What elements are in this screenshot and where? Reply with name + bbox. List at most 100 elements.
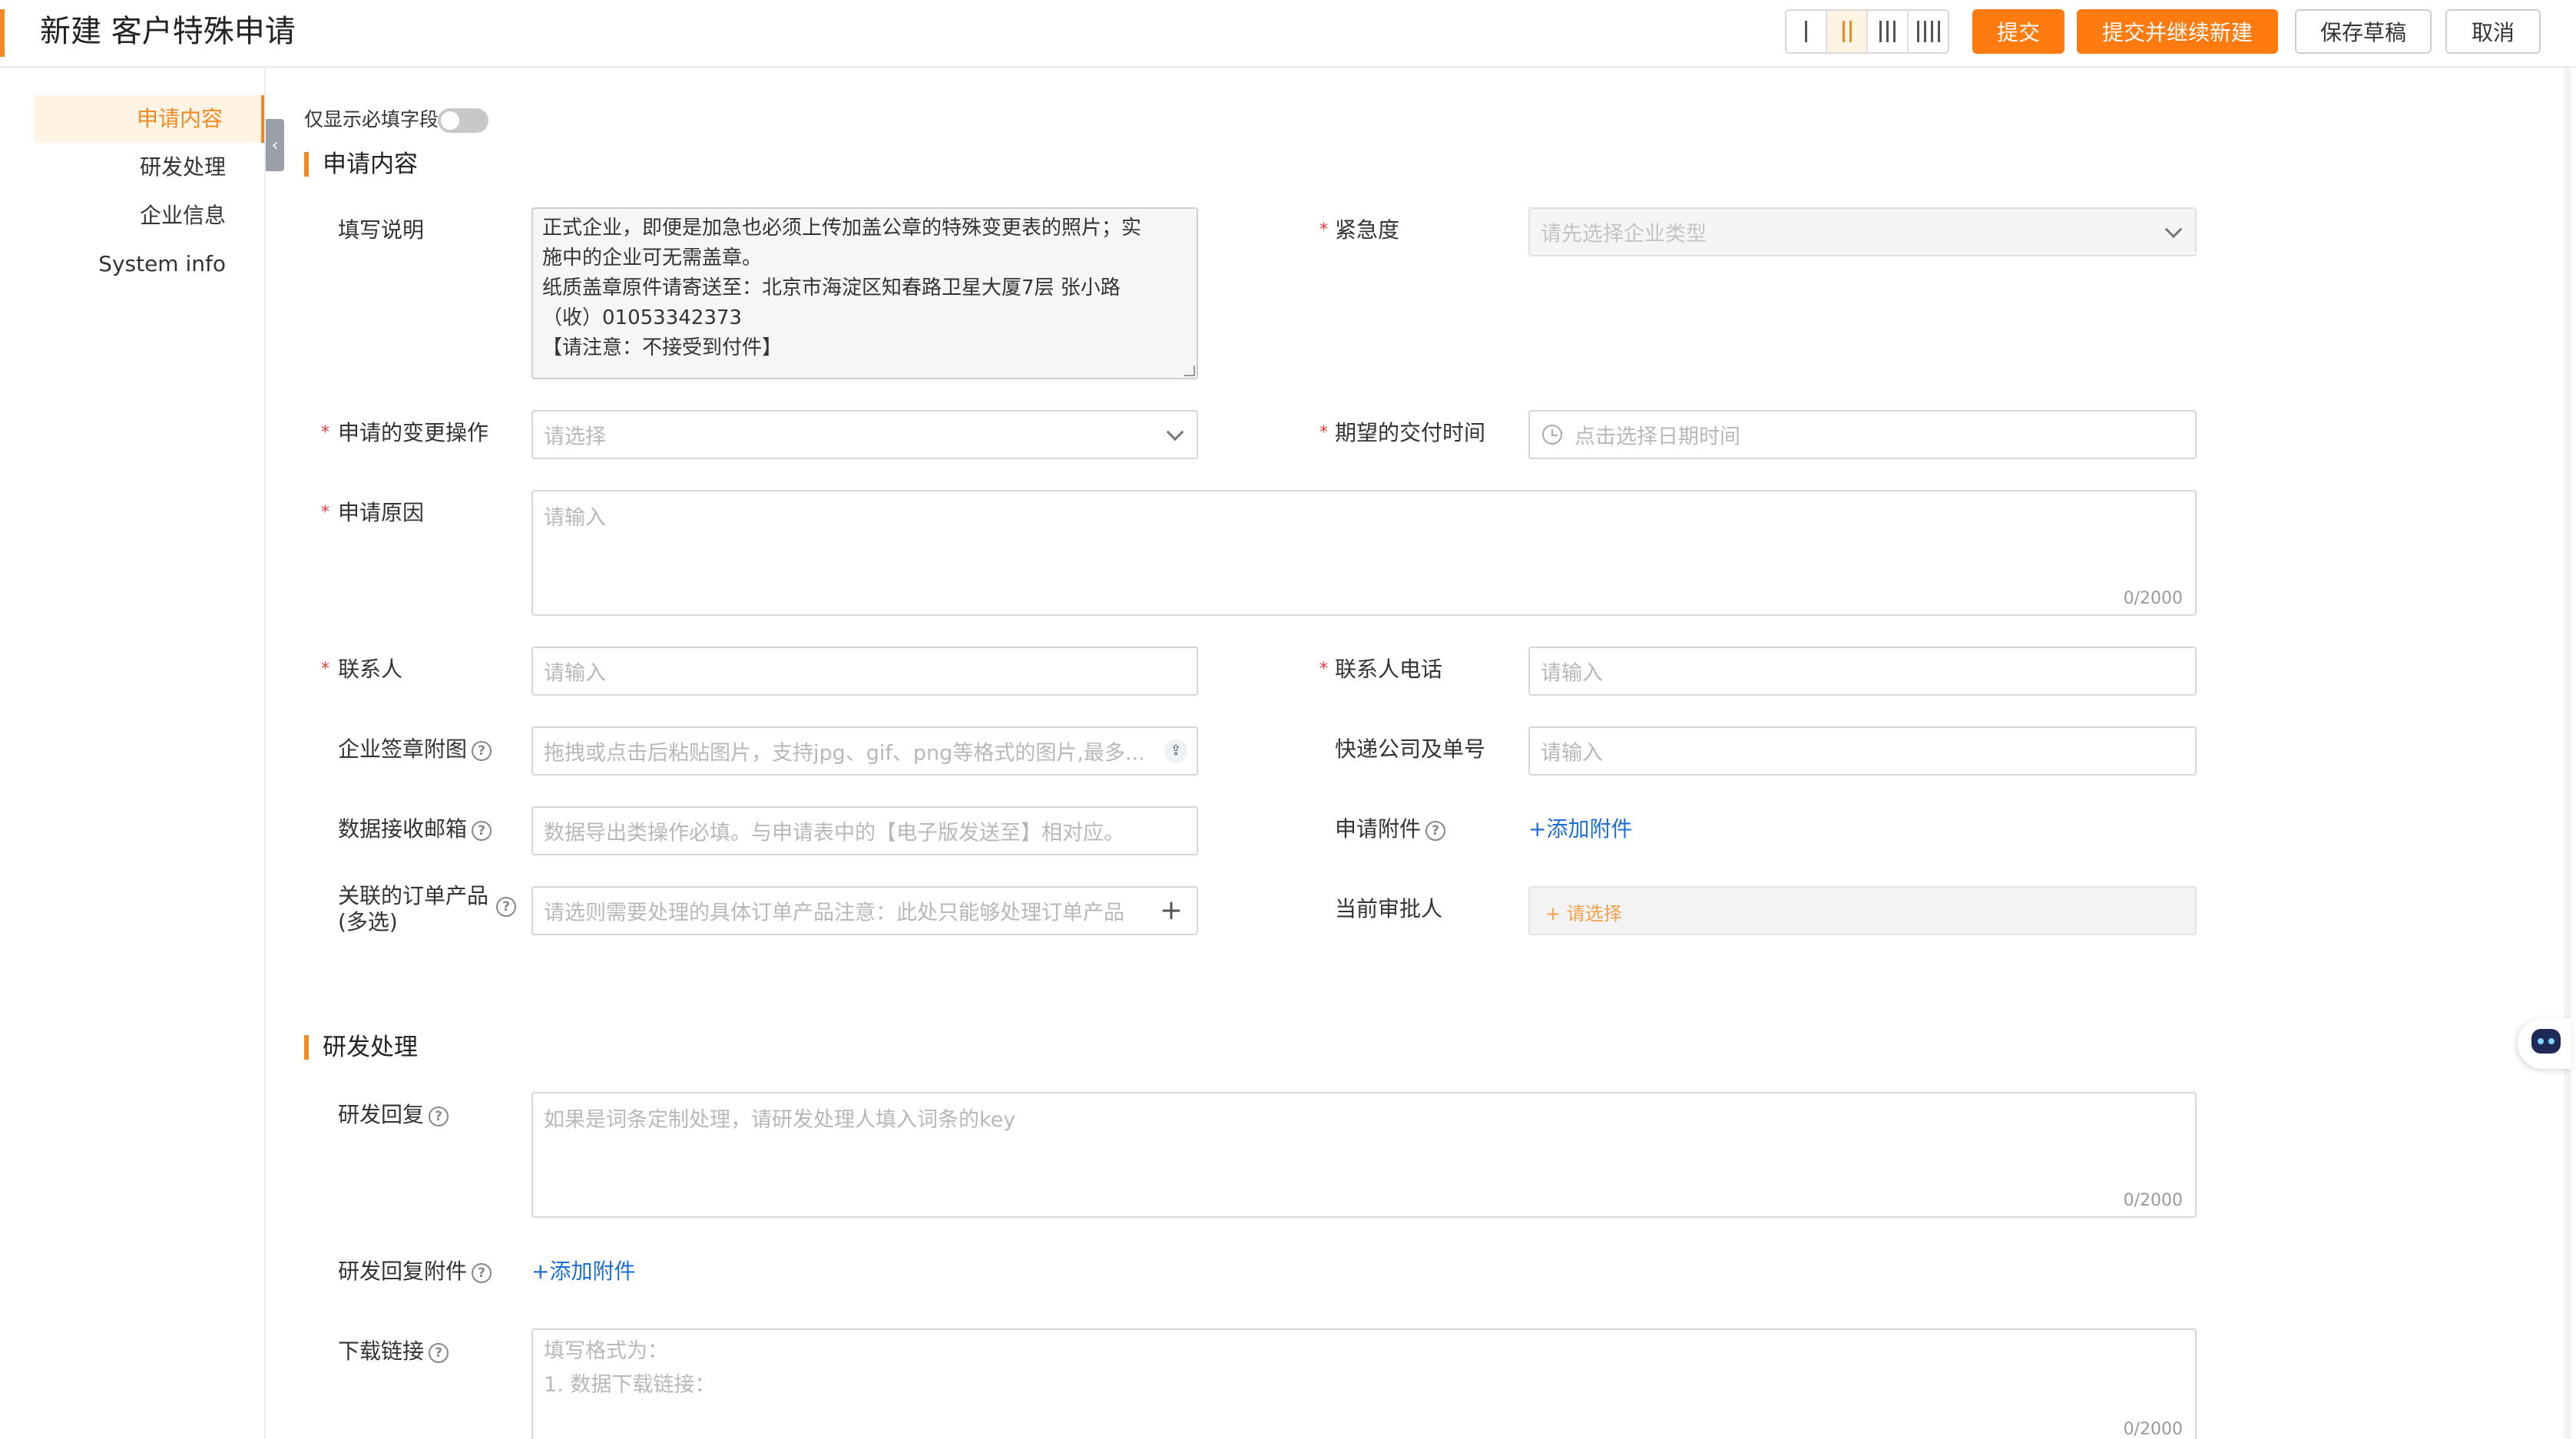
required-mark: *	[1319, 660, 1328, 679]
urgency-placeholder: 请先选择企业类型	[1541, 222, 1707, 246]
rd-reply-label-text: 研发回复	[338, 1102, 425, 1127]
help-icon[interactable]: ?	[1425, 821, 1446, 841]
plus-icon[interactable]: +	[1160, 897, 1183, 925]
reason-textarea[interactable]: 请输入 0/2000	[531, 490, 2197, 616]
layout-2-column-button[interactable]	[1827, 11, 1868, 52]
cancel-button[interactable]: 取消	[2445, 9, 2541, 54]
instructions-textarea[interactable]: 正式企业，即便是加急也必须上传加盖公章的特殊变更表的照片；实 施中的企业可无需盖…	[531, 207, 1198, 379]
help-icon[interactable]: ?	[472, 741, 492, 761]
approver-placeholder: + 请选择	[1545, 903, 1622, 925]
email-input[interactable]: 数据导出类操作必填。与申请表中的【电子版发送至】相对应。	[531, 806, 1198, 855]
attachment-label-text: 申请附件	[1335, 816, 1422, 842]
layout-4-column-button[interactable]	[1909, 11, 1948, 52]
approver-picker[interactable]: + 请选择	[1528, 886, 2197, 935]
nav-item-system-info[interactable]: System info	[34, 240, 264, 288]
email-label-text: 数据接收邮箱	[338, 816, 468, 842]
required-mark: *	[1319, 423, 1328, 442]
rd-reply-label: 研发回复?	[338, 1101, 449, 1129]
help-icon[interactable]: ?	[429, 1107, 449, 1126]
required-only-label: 仅显示必填字段	[304, 108, 439, 131]
clock-icon	[1542, 425, 1562, 445]
required-only-toggle[interactable]	[438, 108, 488, 133]
required-mark: *	[321, 660, 329, 679]
nav-item-rd-processing[interactable]: 研发处理	[34, 144, 264, 191]
resize-handle-icon[interactable]	[1184, 366, 1195, 376]
help-icon[interactable]: ?	[496, 897, 516, 917]
rd-add-attachment-link[interactable]: +添加附件	[531, 1258, 635, 1285]
download-link-char-count: 0/2000	[2123, 1420, 2183, 1439]
contact-input[interactable]: 请输入	[531, 647, 1198, 696]
rd-attachment-label-text: 研发回复附件	[338, 1259, 468, 1284]
rd-attachment-label: 研发回复附件?	[338, 1258, 492, 1285]
download-link-placeholder-line: 填写格式为：	[544, 1339, 668, 1363]
chevron-down-icon	[2164, 220, 2183, 239]
nav-item-company-info[interactable]: 企业信息	[34, 192, 264, 240]
download-link-placeholder-line: 1. 数据下载链接：	[544, 1373, 716, 1397]
email-label: 数据接收邮箱?	[338, 815, 492, 843]
nav-item-application-content[interactable]: 申请内容	[34, 95, 264, 143]
help-icon[interactable]: ?	[429, 1343, 449, 1363]
seal-image-upload[interactable]: 拖拽或点击后粘贴图片，支持jpg、gif、png等格式的图片,最多... ⇪	[531, 726, 1198, 776]
save-draft-button[interactable]: 保存草稿	[2295, 9, 2432, 54]
section-title-rd: 研发处理	[304, 1032, 418, 1063]
column-layout-switcher	[1785, 9, 1949, 54]
email-placeholder: 数据导出类操作必填。与申请表中的【电子版发送至】相对应。	[544, 821, 1124, 845]
download-link-textarea[interactable]: 填写格式为： 1. 数据下载链接： 0/2000	[531, 1328, 2197, 1439]
layout-1-column-button[interactable]	[1786, 11, 1827, 52]
instructions-label: 填写说明	[338, 217, 425, 243]
change-operation-label: 申请的变更操作	[338, 420, 489, 445]
products-label: 关联的订单产品 (多选)	[338, 883, 488, 935]
seal-image-label: 企业签章附图?	[338, 736, 492, 763]
header-accent	[0, 9, 5, 57]
help-icon[interactable]: ?	[472, 1263, 492, 1283]
upload-cloud-icon[interactable]: ⇪	[1164, 739, 1187, 763]
download-link-label-text: 下载链接	[338, 1338, 425, 1364]
robot-icon	[2531, 1029, 2561, 1054]
required-mark: *	[321, 503, 329, 522]
vertical-scrollbar[interactable]	[2564, 68, 2571, 1439]
contact-label: 联系人	[338, 657, 403, 682]
express-label: 快递公司及单号	[1335, 736, 1486, 762]
assistant-robot-button[interactable]	[2518, 1018, 2571, 1069]
change-operation-placeholder: 请选择	[544, 425, 606, 449]
add-attachment-link[interactable]: +添加附件	[1528, 815, 1632, 843]
instructions-line: 施中的企业可无需盖章。	[542, 246, 763, 270]
change-operation-select[interactable]: 请选择	[531, 410, 1198, 459]
instructions-line: 纸质盖章原件请寄送至：北京市海淀区知春路卫星大厦7层 张小路	[542, 276, 1121, 299]
required-mark: *	[1319, 220, 1328, 240]
toggle-knob	[441, 111, 459, 130]
layout-3-column-button[interactable]	[1868, 11, 1909, 52]
products-select[interactable]: 请选则需要处理的具体订单产品注意：此处只能够处理订单产品 +	[531, 886, 1198, 935]
submit-button[interactable]: 提交	[1972, 9, 2064, 54]
help-icon[interactable]: ?	[472, 821, 492, 841]
approver-label: 当前审批人	[1335, 896, 1443, 921]
instructions-line: 【请注意：不接受到付件】	[542, 336, 783, 359]
reason-placeholder: 请输入	[544, 506, 606, 530]
products-placeholder: 请选则需要处理的具体订单产品注意：此处只能够处理订单产品	[544, 901, 1124, 925]
rd-reply-char-count: 0/2000	[2123, 1191, 2183, 1210]
contact-phone-input[interactable]: 请输入	[1528, 647, 2197, 696]
rd-reply-textarea[interactable]: 如果是词条定制处理，请研发处理人填入词条的key 0/2000	[531, 1092, 2197, 1218]
express-input[interactable]: 请输入	[1528, 726, 2197, 776]
submit-and-new-button[interactable]: 提交并继续新建	[2077, 9, 2278, 54]
download-link-label: 下载链接?	[338, 1338, 449, 1365]
nav-divider	[264, 68, 266, 1439]
seal-image-placeholder: 拖拽或点击后粘贴图片，支持jpg、gif、png等格式的图片,最多...	[544, 741, 1145, 766]
delivery-time-label: 期望的交付时间	[1335, 420, 1486, 445]
page-title: 新建 客户特殊申请	[40, 14, 296, 49]
chevron-down-icon	[1166, 423, 1184, 442]
express-placeholder: 请输入	[1541, 741, 1603, 766]
seal-image-label-text: 企业签章附图	[338, 736, 468, 762]
delivery-time-placeholder: 点击选择日期时间	[1574, 425, 1740, 449]
section-title-application: 申请内容	[304, 149, 418, 180]
instructions-line: 正式企业，即便是加急也必须上传加盖公章的特殊变更表的照片；实	[542, 217, 1142, 240]
urgency-select[interactable]: 请先选择企业类型	[1528, 207, 2197, 256]
reason-char-count: 0/2000	[2123, 589, 2183, 608]
reason-label: 申请原因	[338, 500, 425, 525]
contact-placeholder: 请输入	[544, 661, 606, 686]
collapse-sidebar-icon[interactable]: ‹	[266, 119, 284, 171]
delivery-time-picker[interactable]: 点击选择日期时间	[1528, 410, 2197, 459]
products-label-line: 关联的订单产品	[338, 883, 489, 908]
required-mark: *	[321, 423, 329, 442]
download-link-placeholder: 填写格式为： 1. 数据下载链接：	[544, 1335, 715, 1402]
